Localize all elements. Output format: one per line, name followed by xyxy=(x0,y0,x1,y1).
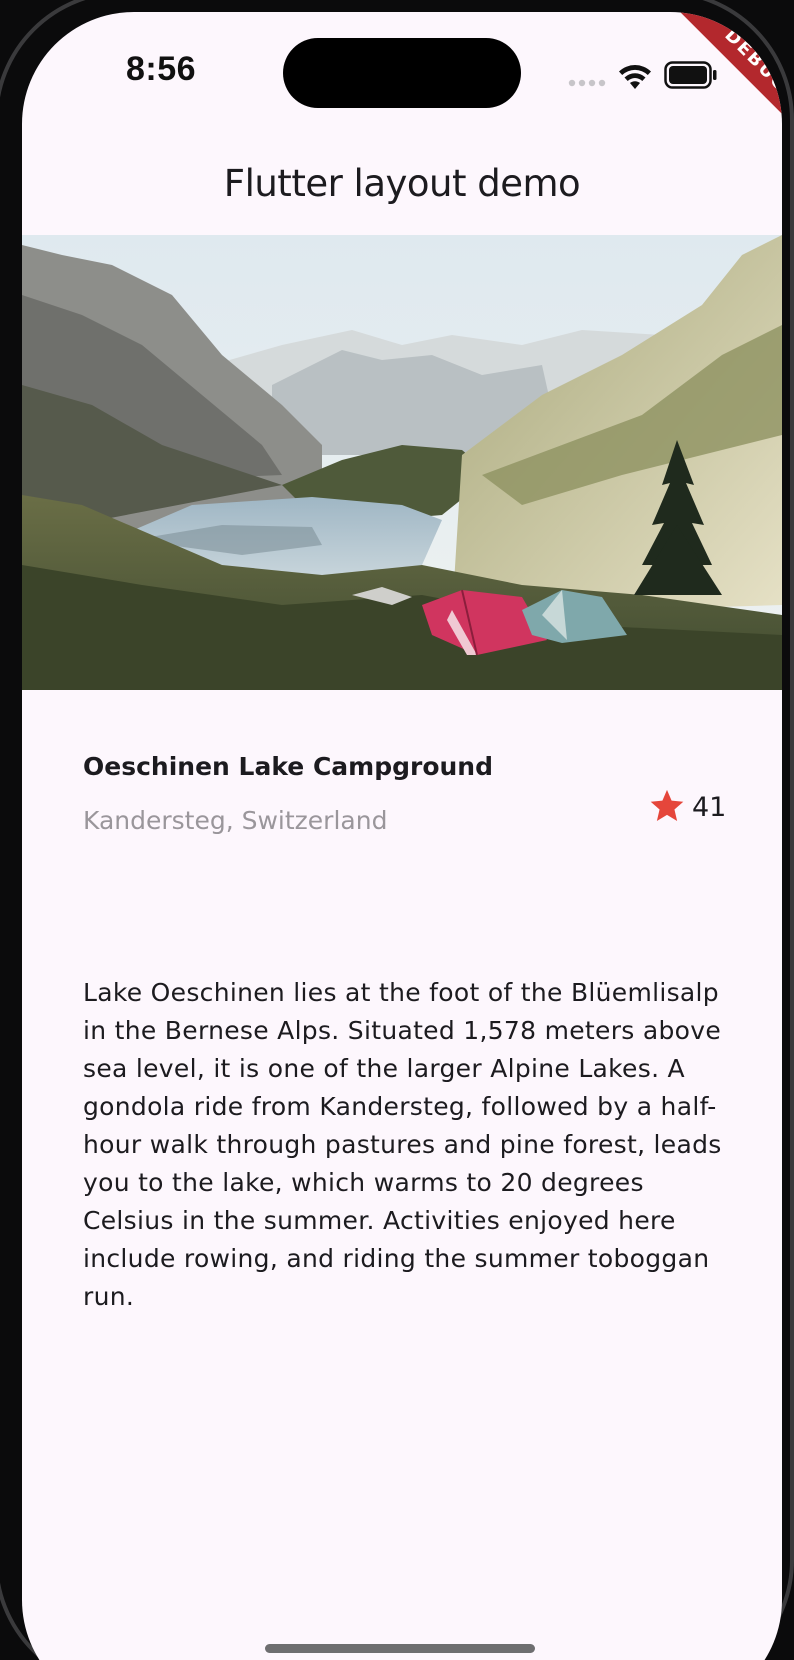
app-bar-title: Flutter layout demo xyxy=(223,162,581,205)
dynamic-island xyxy=(283,38,521,108)
app-screen: 8:56 DEBUG Flutter layout demo Oeschinen… xyxy=(22,12,782,1660)
home-indicator[interactable] xyxy=(265,1644,535,1653)
status-time: 8:56 xyxy=(126,50,197,88)
cellular-signal-icon xyxy=(568,79,606,87)
place-description: Lake Oeschinen lies at the foot of the B… xyxy=(83,978,722,1311)
wifi-icon xyxy=(619,65,651,89)
favorite-count: 41 xyxy=(692,792,727,823)
place-title: Oeschinen Lake Campground xyxy=(83,752,493,781)
mountain-lake-landscape-image xyxy=(22,235,782,690)
hero-image xyxy=(22,235,782,690)
place-subtitle: Kandersteg, Switzerland xyxy=(83,806,388,835)
phone-device: 8:56 DEBUG Flutter layout demo Oeschinen… xyxy=(0,0,794,1660)
battery-icon xyxy=(664,61,717,89)
star-icon[interactable] xyxy=(648,787,686,825)
